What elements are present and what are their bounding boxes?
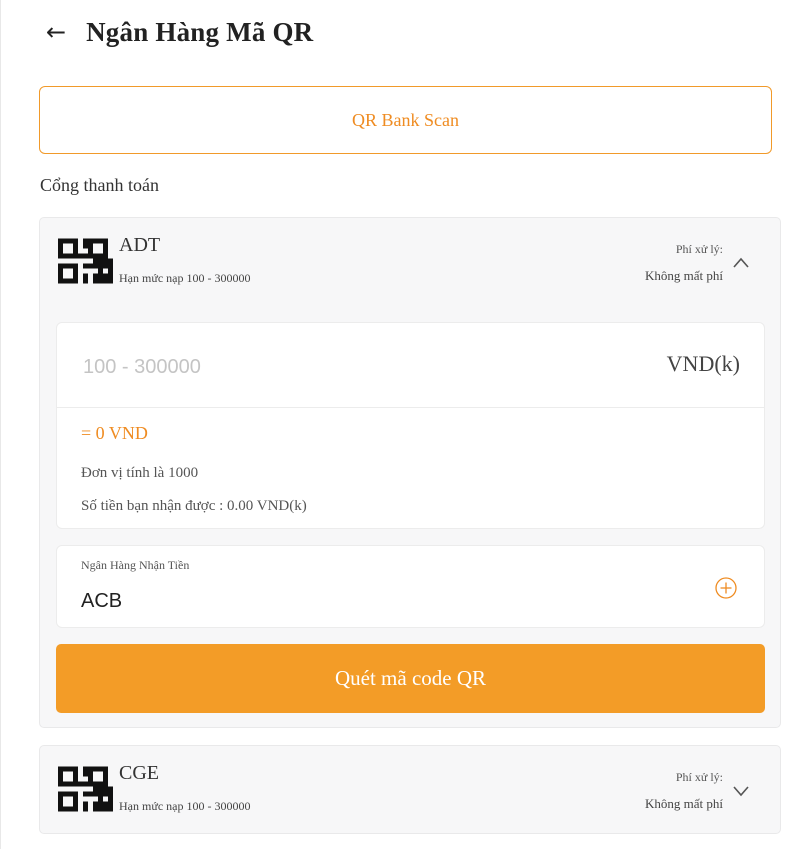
- chevron-up-icon[interactable]: [732, 256, 750, 270]
- fee-label: Phí xử lý:: [675, 770, 723, 784]
- amount-unit: VND(k): [666, 351, 740, 376]
- converted-amount: = 0 VND: [81, 423, 148, 443]
- gateway-limit: Hạn mức nạp 100 - 300000: [119, 271, 251, 285]
- unit-note: Đơn vị tính là 1000: [81, 465, 199, 481]
- amount-card: VND(k) = 0 VND Đơn vị tính là 1000 Số ti…: [56, 322, 765, 529]
- gateway-name: ADT: [119, 234, 161, 256]
- gateway-adt: ADT Hạn mức nạp 100 - 300000 Phí xử lý: …: [39, 217, 781, 728]
- header: ← Ngân Hàng Mã QR: [46, 14, 313, 50]
- gateway-name: CGE: [119, 762, 159, 784]
- fee-label: Phí xử lý:: [675, 242, 723, 256]
- chevron-down-icon[interactable]: [732, 784, 750, 798]
- qr-bank-scan-button[interactable]: QR Bank Scan: [39, 86, 772, 154]
- scan-qr-code-button[interactable]: Quét mã code QR: [56, 644, 765, 713]
- amount-divider: [57, 407, 764, 408]
- arrow-left-icon[interactable]: ←: [46, 20, 66, 44]
- receive-amount: Số tiền bạn nhận được : 0.00 VND(k): [81, 498, 307, 514]
- gateway-cge-header[interactable]: CGE Hạn mức nạp 100 - 300000 Phí xử lý: …: [40, 746, 780, 828]
- page-title: Ngân Hàng Mã QR: [86, 16, 314, 47]
- gateway-limit: Hạn mức nạp 100 - 300000: [119, 799, 251, 813]
- plus-circle-icon[interactable]: [714, 576, 738, 600]
- receiving-bank-label: Ngân Hàng Nhận Tiền: [81, 558, 190, 572]
- gateway-adt-header[interactable]: ADT Hạn mức nạp 100 - 300000 Phí xử lý: …: [40, 218, 780, 300]
- payment-gateway-label: Cổng thanh toán: [40, 175, 159, 195]
- page-left-border: [0, 0, 1, 849]
- fee-value: Không mất phí: [645, 268, 723, 283]
- receiving-bank-value: ACB: [81, 590, 123, 612]
- gateway-cge: CGE Hạn mức nạp 100 - 300000 Phí xử lý: …: [39, 745, 781, 834]
- qr-code-icon: [58, 766, 113, 812]
- receiving-bank-field[interactable]: Ngân Hàng Nhận Tiền ACB: [56, 545, 765, 628]
- fee-value: Không mất phí: [645, 796, 723, 811]
- amount-input[interactable]: [81, 349, 605, 385]
- qr-code-icon: [58, 238, 113, 284]
